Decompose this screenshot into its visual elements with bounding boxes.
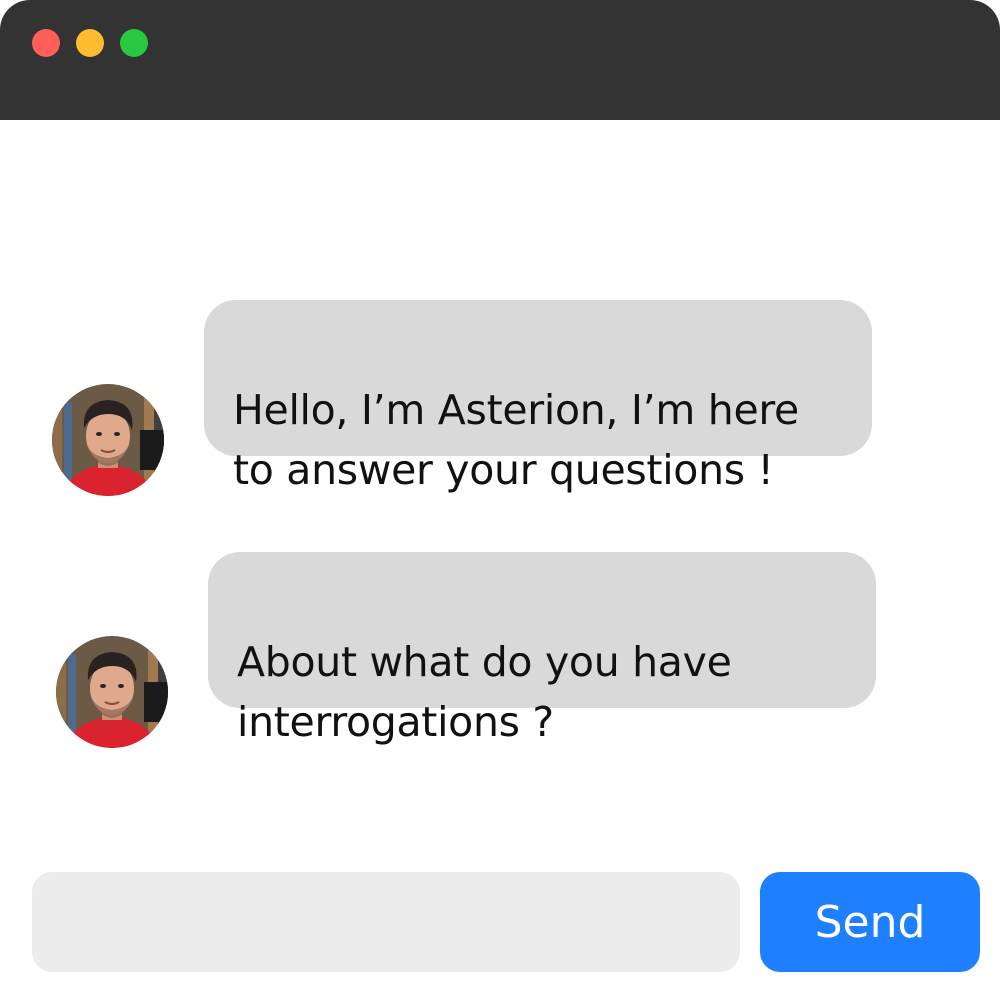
close-window-button[interactable] [32,29,60,57]
minimize-window-button[interactable] [76,29,104,57]
message-bubble: Hello, I’m Asterion, I’m here to answer … [204,300,872,494]
title-bar [0,0,1000,120]
maximize-window-button[interactable] [120,29,148,57]
avatar-photo-icon [52,384,164,496]
avatar [52,384,164,496]
chat-window: Hello, I’m Asterion, I’m here to answer … [0,0,1000,1000]
message-input[interactable] [32,872,740,972]
avatar-photo-icon [56,636,168,748]
message-text: Hello, I’m Asterion, I’m here to answer … [233,386,799,494]
send-button[interactable]: Send [760,872,980,972]
avatar [56,636,168,748]
message-bubble: About what do you have interrogations ? [208,552,876,746]
message-text: About what do you have interrogations ? [237,638,732,746]
